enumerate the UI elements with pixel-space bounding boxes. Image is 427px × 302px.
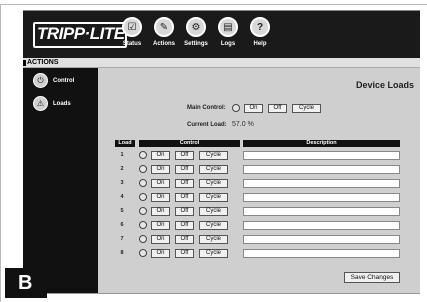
row-number: 4 (120, 194, 124, 200)
main-panel: Device Loads Main Control: On Off Cycle … (98, 68, 420, 293)
actions-section-label: ACTIONS (27, 59, 59, 66)
load-cycle-button[interactable]: Cycle (199, 151, 228, 160)
sidebar-item-control[interactable]: ⏻ Control (33, 73, 74, 88)
load-on-button[interactable]: On (151, 179, 170, 188)
bottom-border (23, 293, 420, 294)
column-header-description: Description (243, 140, 400, 147)
load-off-button[interactable]: Off (175, 221, 194, 230)
load-radio[interactable] (139, 207, 147, 215)
load-on-button[interactable]: On (151, 193, 170, 202)
nav-help[interactable]: ? Help (245, 17, 275, 47)
load-on-button[interactable]: On (151, 221, 170, 230)
load-off-button[interactable]: Off (175, 235, 194, 244)
section-marker (23, 60, 26, 66)
row-number: 2 (120, 166, 124, 172)
load-on-button[interactable]: On (151, 249, 170, 258)
nav-label-settings: Settings (184, 41, 208, 47)
load-on-button[interactable]: On (151, 207, 170, 216)
nav-logs[interactable]: ▤ Logs (213, 17, 243, 47)
load-off-button[interactable]: Off (175, 179, 194, 188)
sidebar-item-label: Control (53, 77, 75, 84)
main-on-button[interactable]: On (244, 104, 263, 113)
figure-label-badge: B (5, 268, 47, 298)
load-radio[interactable] (139, 193, 147, 201)
column-header-control: Control (139, 140, 240, 147)
column-header-load: Load (115, 140, 135, 147)
nav-actions[interactable]: ✎ Actions (149, 17, 179, 47)
load-on-button[interactable]: On (151, 235, 170, 244)
load-off-button[interactable]: Off (175, 165, 194, 174)
load-on-button[interactable]: On (151, 151, 170, 160)
save-changes-button[interactable]: Save Changes (344, 272, 400, 283)
description-input[interactable] (243, 207, 400, 216)
checkbox-icon: ☑ (122, 17, 142, 37)
description-input[interactable] (243, 151, 400, 160)
app-frame: TRIPP·LITE ☑ Status ✎ Actions ⚙ Settings… (0, 0, 427, 302)
brand-logo: TRIPP·LITE (37, 24, 125, 43)
nav-settings[interactable]: ⚙ Settings (181, 17, 211, 47)
load-cycle-button[interactable]: Cycle (199, 221, 228, 230)
actions-section-bar: ACTIONS (23, 58, 420, 68)
description-input[interactable] (243, 179, 400, 188)
load-off-button[interactable]: Off (175, 249, 194, 258)
load-radio[interactable] (139, 151, 147, 159)
load-off-button[interactable]: Off (175, 207, 194, 216)
load-cycle-button[interactable]: Cycle (199, 179, 228, 188)
current-load-label: Current Load: (187, 122, 227, 128)
load-on-button[interactable]: On (151, 165, 170, 174)
sidebar: ⏻ Control ⚠ Loads (23, 68, 98, 293)
nav-label-status: Status (122, 41, 142, 47)
help-icon: ? (250, 17, 270, 37)
load-cycle-button[interactable]: Cycle (199, 193, 228, 202)
sidebar-item-label: Loads (53, 100, 71, 107)
power-icon: ⏻ (33, 73, 48, 88)
load-cycle-button[interactable]: Cycle (199, 235, 228, 244)
description-input[interactable] (243, 165, 400, 174)
gear-icon: ⚙ (186, 17, 206, 37)
row-number: 1 (120, 152, 124, 158)
main-control-radio[interactable] (232, 104, 240, 112)
main-off-button[interactable]: Off (268, 104, 287, 113)
current-load-value: 57.0 % (232, 121, 254, 128)
header-bar: TRIPP·LITE ☑ Status ✎ Actions ⚙ Settings… (23, 10, 420, 58)
figure-label: B (18, 272, 33, 294)
nav-label-actions: Actions (152, 41, 175, 47)
top-nav: ☑ Status ✎ Actions ⚙ Settings ▤ Logs ? H… (117, 17, 277, 47)
document-icon: ▤ (218, 17, 238, 37)
left-border (0, 4, 1, 302)
main-control-label: Main Control: (187, 105, 226, 111)
row-number: 6 (120, 222, 124, 228)
load-cycle-button[interactable]: Cycle (199, 249, 228, 258)
load-radio[interactable] (139, 221, 147, 229)
load-off-button[interactable]: Off (175, 151, 194, 160)
sidebar-item-loads[interactable]: ⚠ Loads (33, 96, 71, 111)
load-cycle-button[interactable]: Cycle (199, 207, 228, 216)
nav-label-help: Help (253, 41, 267, 47)
description-input[interactable] (243, 221, 400, 230)
row-number: 7 (120, 236, 124, 242)
load-radio[interactable] (139, 165, 147, 173)
main-cycle-button[interactable]: Cycle (292, 104, 321, 113)
description-input[interactable] (243, 249, 400, 258)
load-off-button[interactable]: Off (175, 193, 194, 202)
nav-status[interactable]: ☑ Status (117, 17, 147, 47)
row-number: 5 (120, 208, 124, 214)
row-number: 8 (120, 250, 124, 256)
top-border (0, 4, 427, 5)
row-number: 3 (120, 180, 124, 186)
nav-label-logs: Logs (220, 41, 236, 47)
description-input[interactable] (243, 193, 400, 202)
load-cycle-button[interactable]: Cycle (199, 165, 228, 174)
page-title: Device Loads (355, 80, 414, 90)
load-radio[interactable] (139, 249, 147, 257)
loads-icon: ⚠ (33, 96, 48, 111)
load-radio[interactable] (139, 179, 147, 187)
load-radio[interactable] (139, 235, 147, 243)
wrench-icon: ✎ (154, 17, 174, 37)
description-input[interactable] (243, 235, 400, 244)
